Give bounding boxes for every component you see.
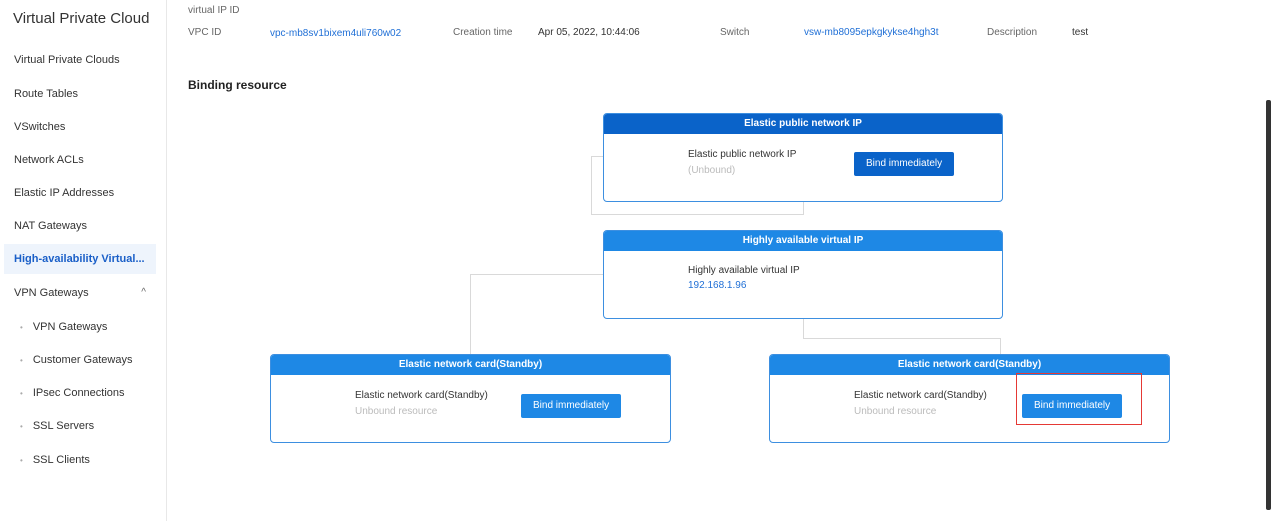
eni-left-card-status: Unbound resource [355, 406, 438, 417]
eni-left-card: Elastic network card(Standby) Elastic ne… [270, 354, 671, 443]
eip-card: Elastic public network IP Elastic public… [603, 113, 1003, 202]
eni-left-card-header: Elastic network card(Standby) [271, 355, 670, 375]
eni-right-card-header: Elastic network card(Standby) [770, 355, 1169, 375]
vpc-id-link[interactable]: vpc-mb8sv1bixem4uli760w02 [270, 28, 401, 39]
sidebar-item-label: Elastic IP Addresses [14, 187, 115, 199]
bullet-icon: • [20, 456, 23, 465]
connector-line [591, 214, 803, 215]
sidebar: Virtual Private Cloud Virtual Private Cl… [0, 0, 167, 521]
sidebar-subitem-ssl-clients[interactable]: • SSL Clients [4, 445, 156, 475]
virtual-ip-id-label: virtual IP ID [188, 5, 240, 16]
sidebar-item-route-tables[interactable]: Route Tables [4, 79, 156, 109]
sidebar-item-label: VPN Gateways [32, 321, 108, 333]
connector-line [470, 274, 604, 275]
sidebar-item-havip[interactable]: High-availability Virtual... [4, 244, 156, 274]
bullet-icon: • [20, 389, 23, 398]
sidebar-item-label: Customer Gateways [32, 354, 133, 366]
sidebar-item-label: Virtual Private Clouds [14, 54, 120, 66]
connector-line [803, 318, 804, 338]
eip-card-header: Elastic public network IP [604, 114, 1002, 134]
vpc-id-label: VPC ID [188, 27, 222, 38]
eni-left-bind-button[interactable]: Bind immediately [521, 394, 622, 418]
havip-card-header: Highly available virtual IP [604, 231, 1002, 251]
eni-right-card-status: Unbound resource [854, 406, 937, 417]
creation-time-label: Creation time [453, 27, 513, 38]
bullet-icon: • [20, 356, 23, 365]
sidebar-subitem-ssl-servers[interactable]: • SSL Servers [4, 411, 156, 441]
sidebar-title: Virtual Private Cloud [13, 10, 150, 27]
connector-line [803, 338, 1000, 339]
sidebar-item-label: High-availability Virtual... [14, 253, 145, 265]
sidebar-subitem-customer-gateways[interactable]: • Customer Gateways [4, 345, 156, 375]
switch-label: Switch [720, 27, 750, 38]
bullet-icon: • [20, 422, 23, 431]
sidebar-item-label: VSwitches [14, 121, 66, 133]
sidebar-item-virtual-private-clouds[interactable]: Virtual Private Clouds [4, 45, 156, 75]
eip-card-label: Elastic public network IP [688, 149, 797, 160]
sidebar-item-label: Network ACLs [14, 154, 84, 166]
binding-resource-title: Binding resource [188, 78, 287, 92]
sidebar-subitem-vpn-gateways[interactable]: • VPN Gateways [4, 312, 156, 342]
scrollbar[interactable] [1266, 100, 1271, 510]
chevron-up-icon[interactable]: ^ [141, 278, 146, 308]
switch-link[interactable]: vsw-mb8095epkgkykse4hgh3t [804, 27, 939, 38]
havip-ip-link[interactable]: 192.168.1.96 [688, 280, 746, 291]
sidebar-item-label: SSL Clients [32, 454, 90, 466]
havip-card: Highly available virtual IP Highly avail… [603, 230, 1003, 319]
sidebar-item-label: SSL Servers [32, 420, 95, 432]
connector-line [803, 202, 804, 215]
sidebar-item-vswitches[interactable]: VSwitches [4, 112, 156, 142]
eip-card-status: (Unbound) [688, 165, 736, 176]
sidebar-item-nat-gateways[interactable]: NAT Gateways [4, 211, 156, 241]
sidebar-item-label: Route Tables [14, 88, 79, 100]
description-label: Description [987, 27, 1038, 38]
bullet-icon: • [20, 323, 23, 332]
sidebar-item-label: VPN Gateways [14, 287, 89, 299]
eni-right-card-label: Elastic network card(Standby) [854, 390, 987, 401]
creation-time-value: Apr 05, 2022, 10:44:06 [538, 27, 640, 38]
description-value: test [1072, 27, 1089, 38]
eni-left-card-label: Elastic network card(Standby) [355, 390, 488, 401]
sidebar-item-vpn-gateways-group[interactable]: VPN Gateways ^ [4, 278, 156, 308]
havip-card-label: Highly available virtual IP [688, 265, 800, 276]
connector-line [470, 274, 471, 354]
highlight-box [1016, 373, 1142, 425]
sidebar-item-label: NAT Gateways [14, 220, 87, 232]
sidebar-item-elastic-ip-addresses[interactable]: Elastic IP Addresses [4, 178, 156, 208]
sidebar-subitem-ipsec-connections[interactable]: • IPsec Connections [4, 378, 156, 408]
connector-line [591, 156, 592, 214]
connector-line [1000, 338, 1001, 354]
sidebar-item-network-acls[interactable]: Network ACLs [4, 145, 156, 175]
eip-bind-button[interactable]: Bind immediately [854, 152, 955, 176]
sidebar-item-label: IPsec Connections [32, 387, 125, 399]
